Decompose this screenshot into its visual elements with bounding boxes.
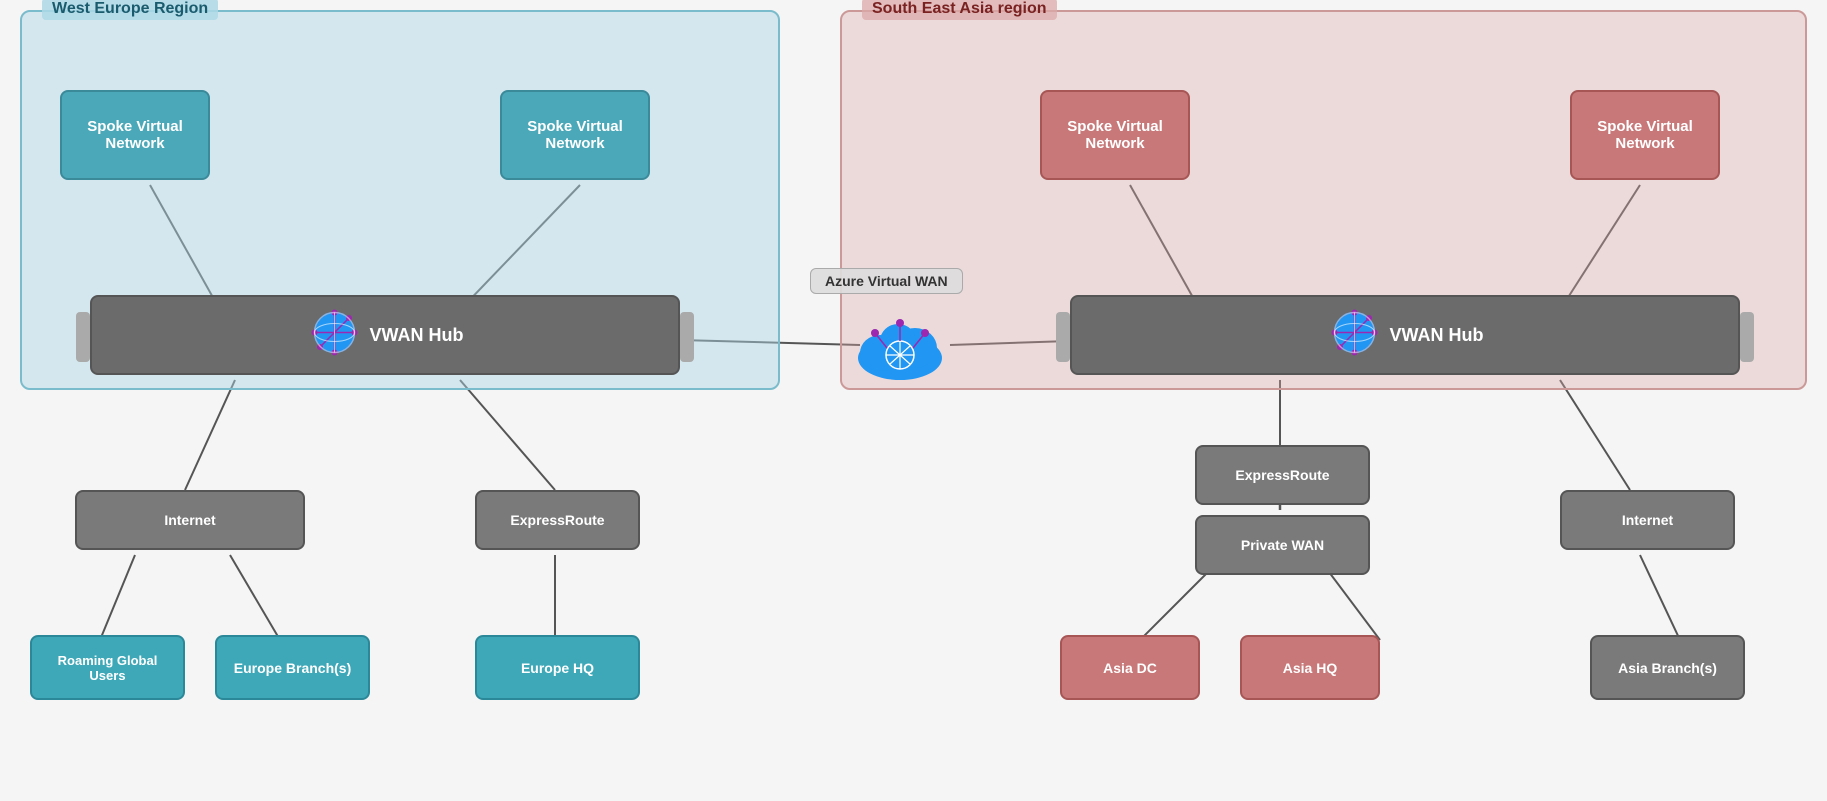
region-west-label: West Europe Region	[42, 0, 218, 20]
asia-spoke2: Spoke Virtual Network	[1570, 90, 1720, 180]
west-spoke1: Spoke Virtual Network	[60, 90, 210, 180]
region-asia-label: South East Asia region	[862, 0, 1057, 20]
roaming-global-users: Roaming Global Users	[30, 635, 185, 700]
asia-hub-globe-icon	[1327, 305, 1382, 365]
west-hub-label: VWAN Hub	[370, 325, 464, 346]
europe-branches: Europe Branch(s)	[215, 635, 370, 700]
asia-hq: Asia HQ	[1240, 635, 1380, 700]
asia-spoke1: Spoke Virtual Network	[1040, 90, 1190, 180]
azure-wan-label: Azure Virtual WAN	[810, 268, 963, 294]
asia-expressroute-upper: ExpressRoute	[1195, 445, 1370, 505]
west-expressroute: ExpressRoute	[475, 490, 640, 550]
west-internet: Internet	[75, 490, 305, 550]
west-spoke2: Spoke Virtual Network	[500, 90, 650, 180]
asia-internet: Internet	[1560, 490, 1735, 550]
asia-vwan-hub: VWAN Hub	[1070, 295, 1740, 375]
asia-hub-label: VWAN Hub	[1390, 325, 1484, 346]
asia-dc: Asia DC	[1060, 635, 1200, 700]
asia-private-wan: Private WAN	[1195, 515, 1370, 575]
west-vwan-hub: VWAN Hub	[90, 295, 680, 375]
azure-cloud-icon	[845, 295, 955, 395]
europe-hq: Europe HQ	[475, 635, 640, 700]
west-hub-globe-icon	[307, 305, 362, 365]
asia-branches: Asia Branch(s)	[1590, 635, 1745, 700]
diagram-container: West Europe Region South East Asia regio…	[0, 0, 1827, 801]
